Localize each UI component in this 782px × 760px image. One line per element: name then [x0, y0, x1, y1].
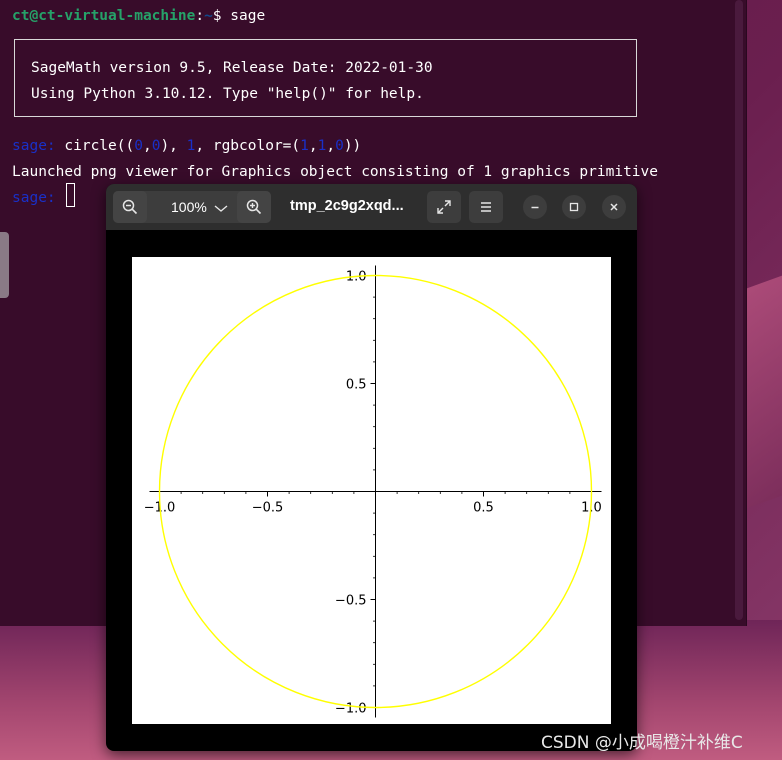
prompt-path: ~ [204, 8, 213, 24]
sage-input-line: sage: circle((0,0), 1, rgbcolor=(1,1,0)) [12, 137, 361, 155]
y-tick-label: −0.5 [335, 594, 367, 609]
code-text: )) [343, 138, 362, 154]
fullscreen-icon [437, 200, 451, 214]
code-text: , [326, 138, 336, 154]
zoom-level[interactable]: 100% [171, 199, 207, 215]
x-tick-label: −0.5 [252, 501, 284, 516]
maximize-icon [569, 202, 579, 212]
prompt-user: ct@ct-virtual-machine [12, 8, 196, 24]
zoom-in-icon [246, 199, 262, 215]
code-text: , [308, 138, 318, 154]
csdn-watermark: CSDN @小成喝橙汁补维C [541, 733, 743, 753]
sage-prompt-2: sage: [12, 189, 56, 207]
code-number: 0 [134, 138, 143, 154]
code-number: 1 [300, 138, 309, 154]
minimize-icon [531, 206, 539, 209]
sage-prompt: sage: [12, 138, 56, 154]
prompt-dollar: $ [212, 8, 231, 24]
banner-line-2: Using Python 3.10.12. Type "help()" for … [31, 86, 424, 102]
sage-output-line: Launched png viewer for Graphics object … [12, 164, 659, 180]
y-tick-label: −1.0 [335, 702, 367, 717]
hamburger-menu-icon [481, 202, 491, 212]
terminal-cursor [66, 183, 75, 207]
close-button[interactable] [602, 195, 626, 219]
x-tick-label: 0.5 [473, 501, 494, 516]
banner-line-1: SageMath version 9.5, Release Date: 2022… [31, 60, 433, 76]
minimize-button[interactable] [523, 195, 547, 219]
close-icon [610, 203, 618, 211]
dock-handle[interactable] [0, 232, 9, 298]
code-text: , rgbcolor=( [195, 138, 301, 154]
chevron-down-icon[interactable] [213, 200, 229, 219]
shell-command: sage [230, 8, 266, 24]
circle-plot: −1.0 −0.5 0.5 1.01.00.5−0.5−1.0 [144, 265, 602, 718]
fullscreen-button[interactable] [427, 191, 461, 223]
plot-image: −1.0 −0.5 0.5 1.0 1.0 0.5 −0.5 −1.0 [132, 257, 611, 724]
maximize-button[interactable] [562, 195, 586, 219]
zoom-in-button[interactable] [237, 191, 271, 223]
shell-prompt-line: ct@ct-virtual-machine:~$ sage [12, 7, 265, 25]
prompt-sep: : [195, 8, 205, 24]
viewer-file-title: tmp_2c9g2xqd... [290, 198, 404, 214]
zoom-out-button[interactable] [113, 191, 147, 223]
zoom-control-group: 100% [113, 191, 271, 223]
image-viewer-window[interactable]: 100% tmp_2c9g2xqd... −1.0 −0.5 0.5 1.0 1.0 0.… [106, 184, 637, 751]
sage-banner-box [14, 39, 637, 117]
viewer-headerbar: 100% tmp_2c9g2xqd... [106, 184, 637, 230]
sage-prompt: sage: [12, 190, 56, 206]
code-number: 0 [335, 138, 344, 154]
code-text: , [142, 138, 152, 154]
code-text: circle(( [55, 138, 135, 154]
y-tick-label: 0.5 [346, 378, 367, 393]
terminal-scrollbar[interactable] [735, 0, 743, 620]
menu-button[interactable] [469, 191, 503, 223]
zoom-out-icon [122, 199, 138, 215]
code-text: ), [160, 138, 187, 154]
